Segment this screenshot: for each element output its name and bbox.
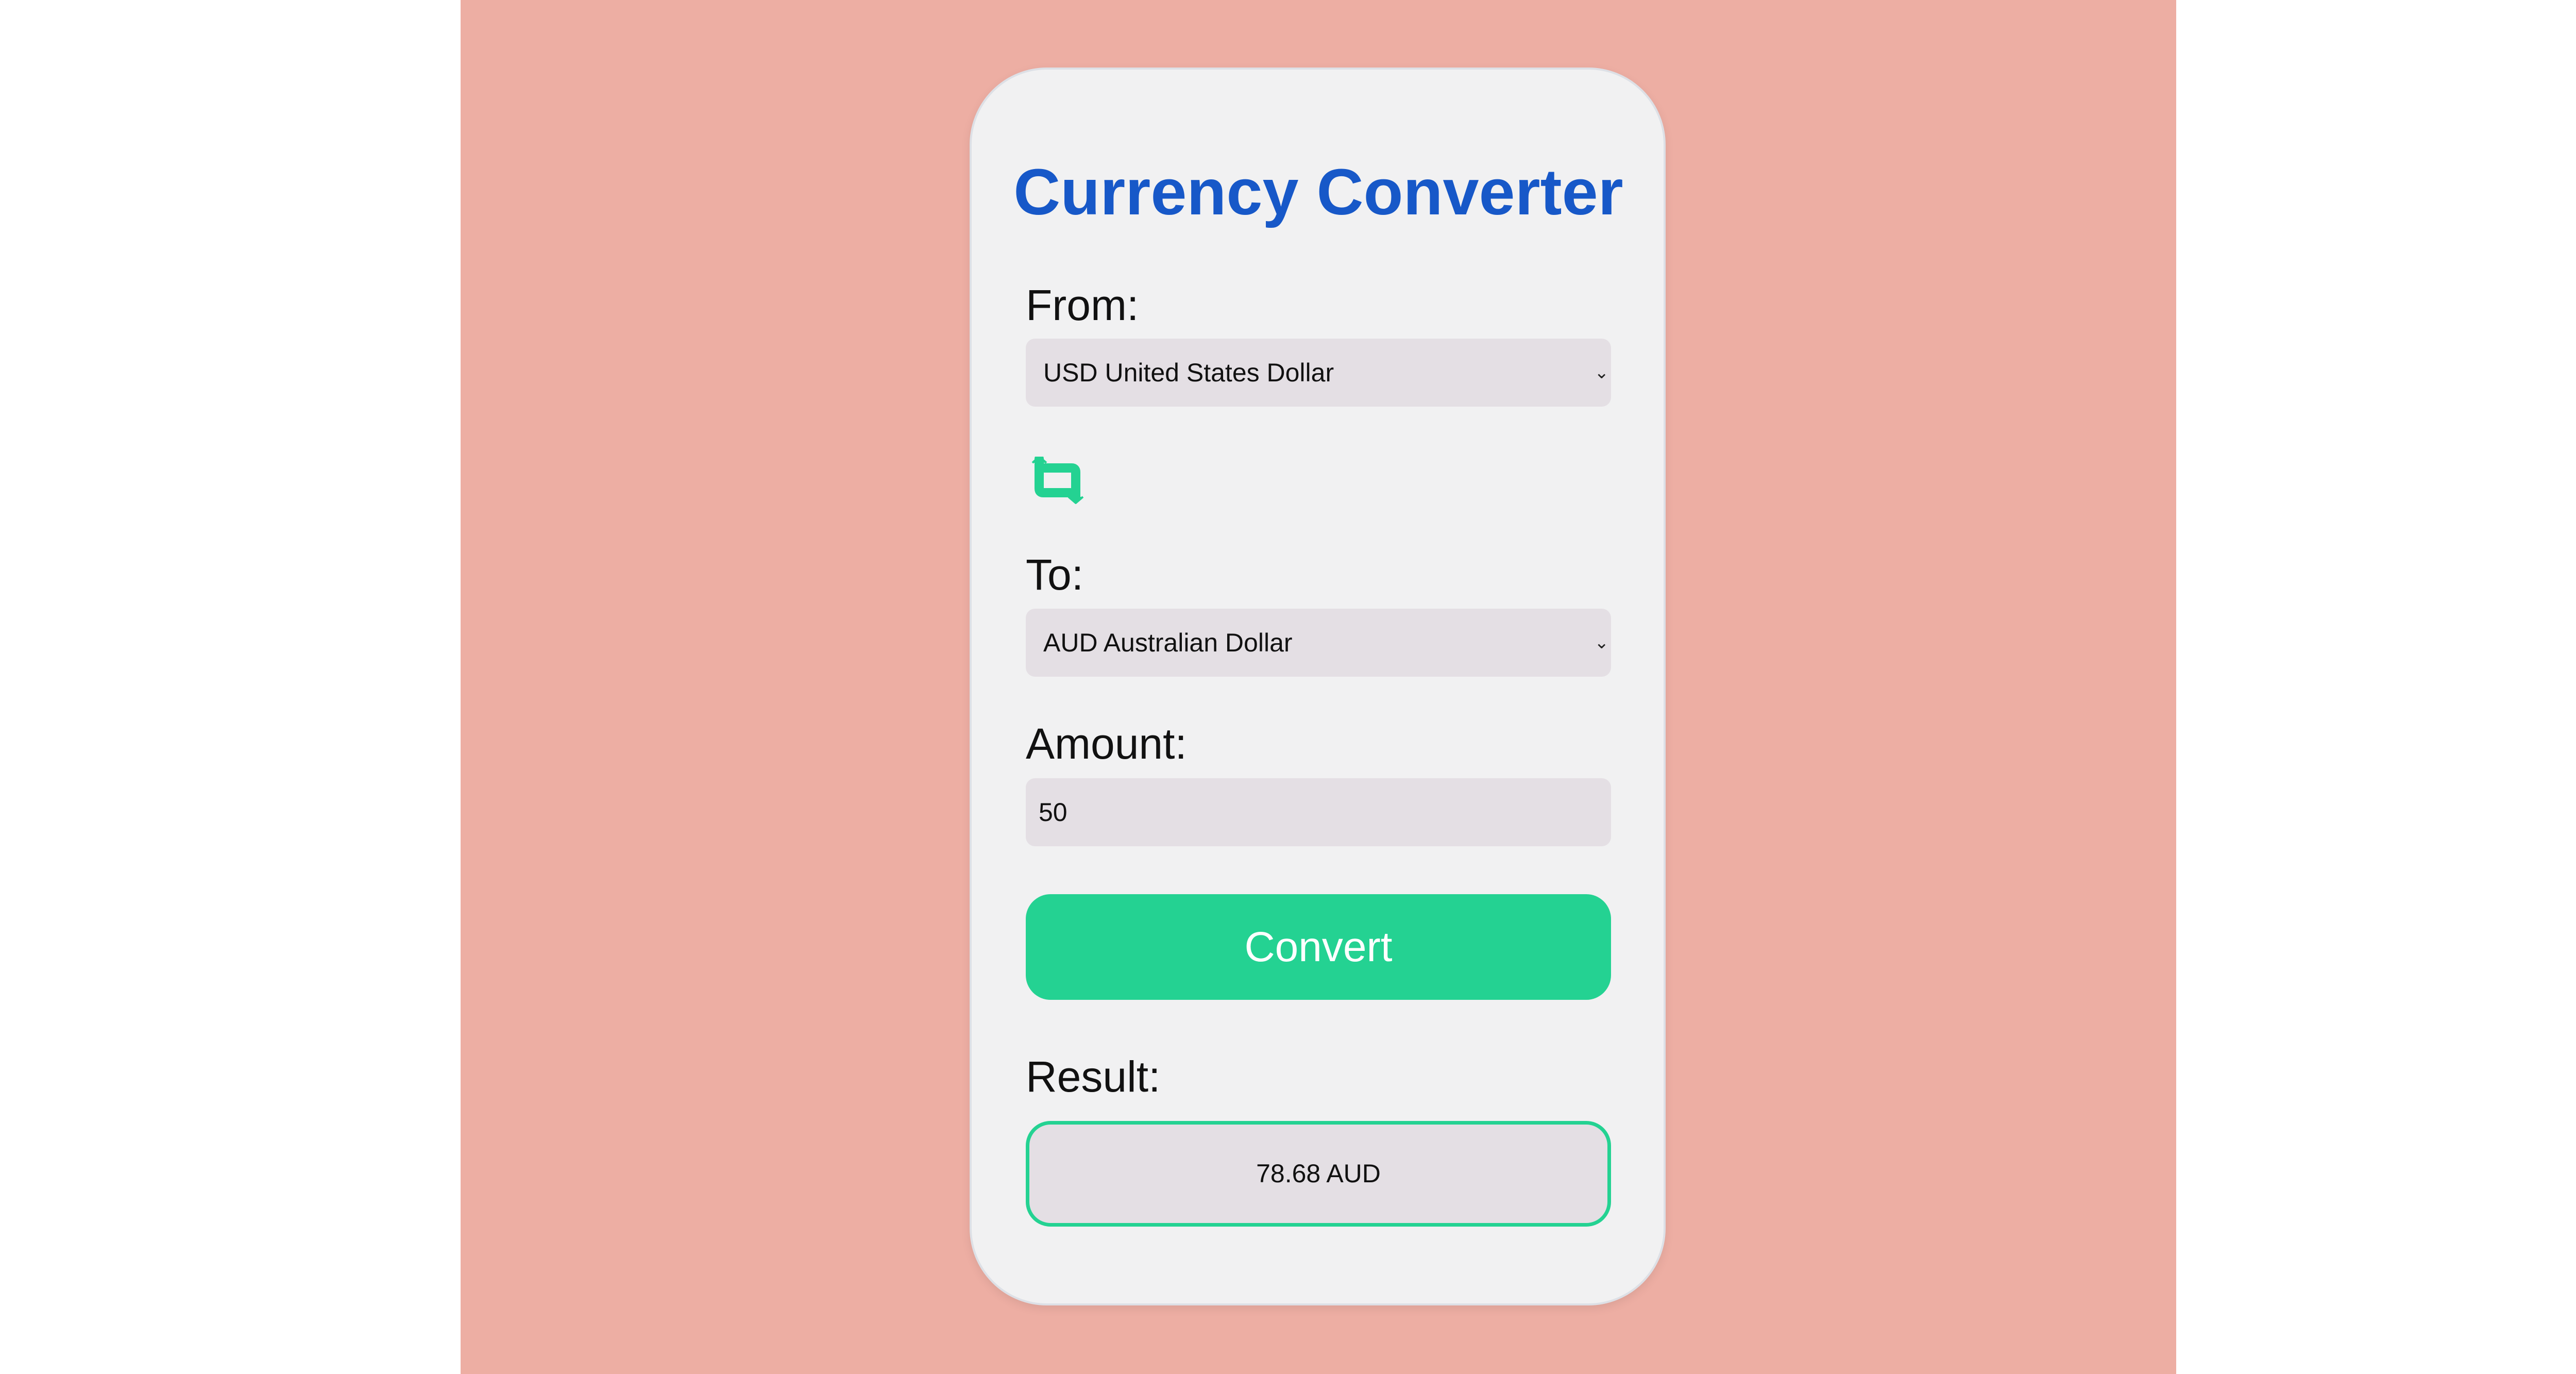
from-currency-select[interactable]: USD United States Dollar ⌄ <box>1026 339 1611 407</box>
to-currency-select[interactable]: AUD Australian Dollar ⌄ <box>1026 609 1611 677</box>
result-value: 78.68 AUD <box>1026 1121 1611 1227</box>
chevron-down-icon: ⌄ <box>1594 363 1609 382</box>
converter-card <box>970 68 1666 1305</box>
amount-label: Amount: <box>1026 719 1187 768</box>
swap-arrows-icon[interactable] <box>1026 457 1089 504</box>
page-title: Currency Converter <box>1013 156 1623 228</box>
to-label: To: <box>1026 550 1084 599</box>
to-currency-value: AUD Australian Dollar <box>1043 628 1293 657</box>
from-currency-value: USD United States Dollar <box>1043 358 1334 387</box>
result-label: Result: <box>1026 1052 1161 1101</box>
convert-button[interactable]: Convert <box>1026 894 1611 1000</box>
amount-input[interactable] <box>1026 778 1611 846</box>
chevron-down-icon: ⌄ <box>1594 633 1609 652</box>
from-label: From: <box>1026 281 1139 329</box>
